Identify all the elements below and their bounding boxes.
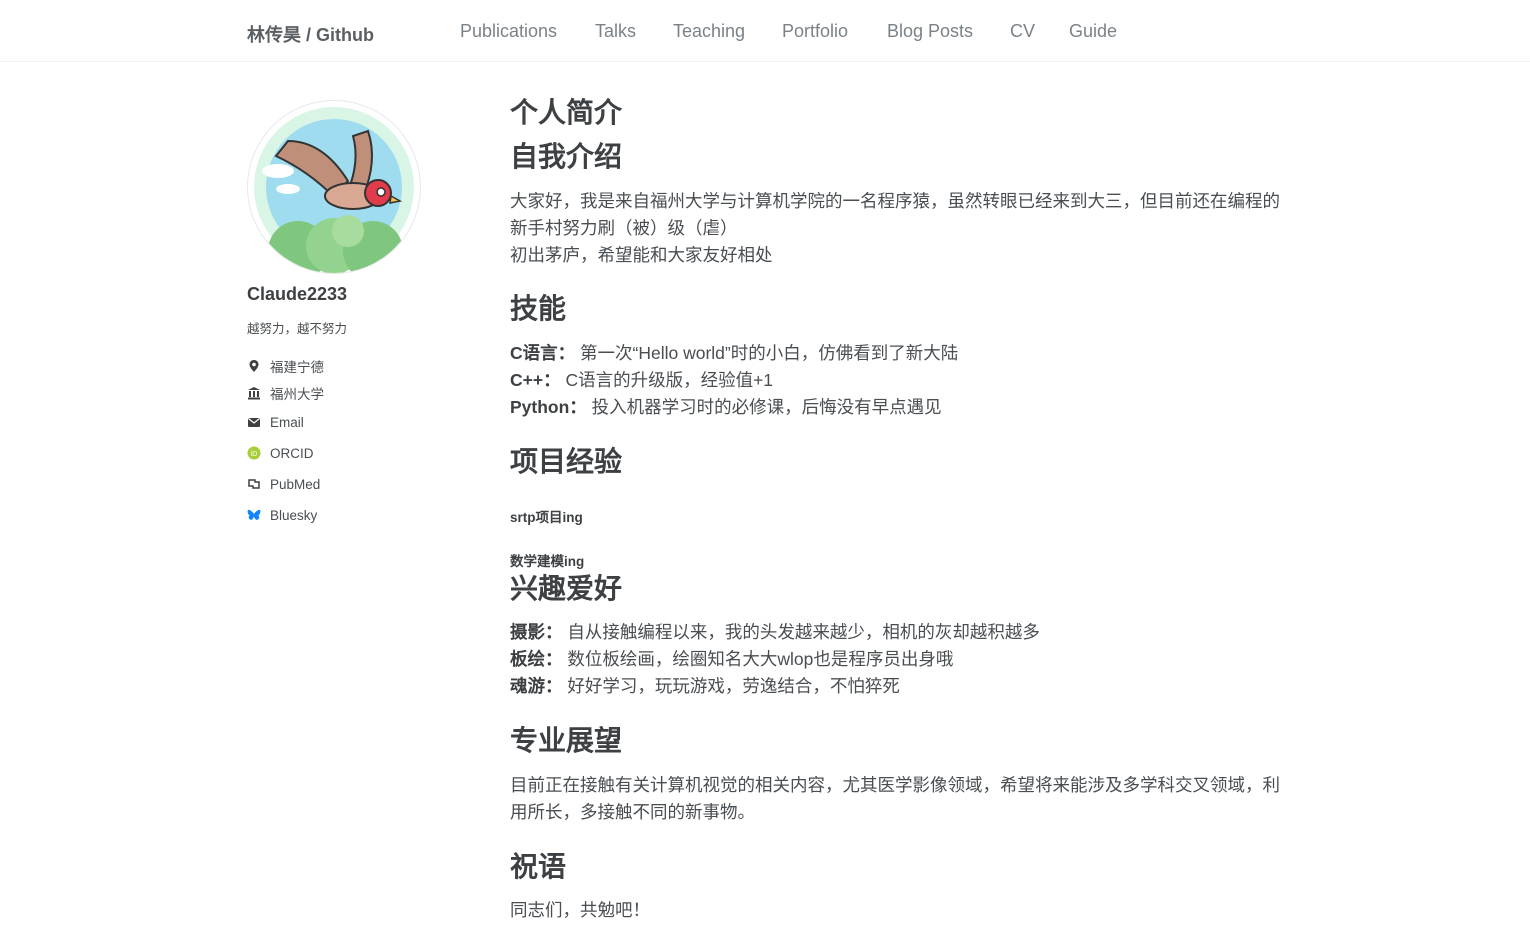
link-bluesky[interactable]: Bluesky <box>247 506 317 524</box>
link-university: 福州大学 <box>247 384 324 402</box>
skill-label-cpp: C++： <box>510 370 561 390</box>
nav-blog-posts[interactable]: Blog Posts <box>887 21 973 42</box>
nav-teaching[interactable]: Teaching <box>673 21 745 42</box>
nav-talks[interactable]: Talks <box>595 21 636 42</box>
svg-text:iD: iD <box>251 451 258 458</box>
heading-skills: 技能 <box>510 293 567 324</box>
skill-label-c: C语言： <box>510 343 576 363</box>
link-label-bluesky[interactable]: Bluesky <box>270 508 317 523</box>
author-bio: 越努力，越不努力 <box>247 322 348 336</box>
heading-profile: 个人简介 <box>510 97 623 128</box>
link-location: 福建宁德 <box>247 357 324 375</box>
hobby-label-photography: 摄影： <box>510 622 563 642</box>
link-orcid[interactable]: iD ORCID <box>247 444 314 462</box>
intro-line-2: 初出茅庐，希望能和大家友好相处 <box>510 245 773 265</box>
nav-guide[interactable]: Guide <box>1069 21 1117 42</box>
skill-text-c: 第一次“Hello world”时的小白，仿佛看到了新大陆 <box>575 343 959 363</box>
hobby-label-gaming: 魂游： <box>510 676 563 696</box>
site-title-link[interactable]: 林传昊 / Github <box>247 21 374 47</box>
hobby-text-gaming: 好好学习，玩玩游戏，劳逸结合，不怕猝死 <box>562 676 900 696</box>
author-avatar <box>247 100 421 274</box>
heading-wish: 祝语 <box>510 851 567 882</box>
hobby-text-photography: 自从接触编程以来，我的头发越来越少，相机的灰却越积越多 <box>562 622 1040 642</box>
hobbies-list: 摄影： 自从接触编程以来，我的头发越来越少，相机的灰却越积越多 板绘： 数位板绘… <box>510 619 1280 700</box>
pubmed-icon <box>247 477 261 491</box>
orcid-icon: iD <box>247 446 261 460</box>
hobby-text-drawing: 数位板绘画，绘圈知名大大wlop也是程序员出身哦 <box>562 649 954 669</box>
hobby-label-drawing: 板绘： <box>510 649 563 669</box>
envelope-icon <box>247 415 261 429</box>
location-pin-icon <box>247 359 261 373</box>
skill-text-cpp: C语言的升级版，经验值+1 <box>560 370 774 390</box>
skill-label-python: Python： <box>510 397 587 417</box>
author-name: Claude2233 <box>247 284 348 304</box>
skills-list: C语言： 第一次“Hello world”时的小白，仿佛看到了新大陆 C++： … <box>510 340 1280 421</box>
heading-outlook: 专业展望 <box>510 725 623 756</box>
project-math-modeling: 数学建模ing <box>510 554 585 569</box>
university-icon <box>247 386 261 400</box>
link-pubmed[interactable]: PubMed <box>247 475 320 493</box>
link-label-email[interactable]: Email <box>270 415 304 430</box>
link-label-location: 福建宁德 <box>270 360 324 375</box>
heading-hobbies: 兴趣爱好 <box>510 573 623 604</box>
nav-cv[interactable]: CV <box>1010 21 1035 42</box>
link-label-orcid[interactable]: ORCID <box>270 446 314 461</box>
link-email[interactable]: Email <box>247 413 304 431</box>
outlook-paragraph: 目前正在接触有关计算机视觉的相关内容，尤其医学影像领域，希望将来能涉及多学科交叉… <box>510 775 1280 822</box>
link-label-pubmed[interactable]: PubMed <box>270 477 320 492</box>
heading-intro: 自我介绍 <box>510 141 623 172</box>
intro-line-1: 大家好，我是来自福州大学与计算机学院的一名程序猿，虽然转眼已经来到大三，但目前还… <box>510 191 1280 238</box>
nav-portfolio[interactable]: Portfolio <box>782 21 848 42</box>
skill-text-python: 投入机器学习时的必修课，后悔没有早点遇见 <box>586 397 942 417</box>
intro-paragraph: 大家好，我是来自福州大学与计算机学院的一名程序猿，虽然转眼已经来到大三，但目前还… <box>510 188 1280 269</box>
link-label-university: 福州大学 <box>270 387 324 402</box>
masthead: 林传昊 / Github Publications Talks Teaching… <box>0 0 1530 62</box>
project-srtp: srtp项目ing <box>510 510 583 525</box>
bluesky-icon <box>247 508 261 522</box>
heading-projects: 项目经验 <box>510 446 623 477</box>
wish-paragraph: 同志们，共勉吧！ <box>510 900 650 920</box>
nav-publications[interactable]: Publications <box>460 21 557 42</box>
